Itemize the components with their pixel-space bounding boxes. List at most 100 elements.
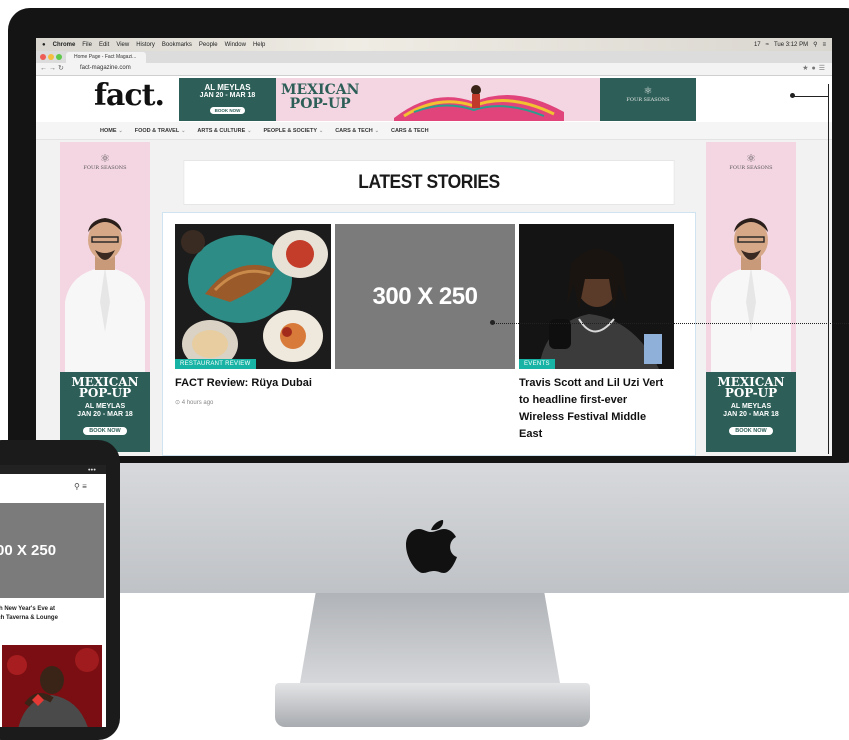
leaderboard-ad[interactable]: AL MEYLAS JAN 20 - MAR 18 BOOK NOW MEXIC… — [179, 78, 696, 121]
phone-story-title-line2: ach Taverna & Lounge — [0, 615, 58, 621]
site-logo[interactable]: fact. — [94, 78, 165, 113]
four-seasons-logo-icon: ⚛ — [746, 152, 756, 165]
category-tag[interactable]: RESTAURANT REVIEW — [175, 359, 256, 369]
apple-logo-icon — [406, 520, 457, 573]
chevron-down-icon: ⌄ — [247, 127, 252, 134]
back-forward-reload-icon[interactable]: ←→↻ — [40, 64, 66, 72]
story-title[interactable]: Travis Scott and Lil Uzi Vert to headlin… — [519, 375, 669, 443]
banner-book-button[interactable]: BOOK NOW — [209, 107, 246, 114]
callout-line — [493, 323, 849, 324]
side-ad-title-line2: POP-UP — [724, 386, 778, 400]
clock[interactable]: Tue 3:12 PM — [774, 42, 808, 48]
side-ad-dates: JAN 20 - MAR 18 — [723, 411, 779, 418]
dancer-illustration-icon — [394, 85, 564, 121]
menu-window[interactable]: Window — [225, 42, 246, 48]
menu-people[interactable]: People — [199, 42, 218, 48]
menu-edit[interactable]: Edit — [99, 42, 109, 48]
search-icon[interactable]: ⚲ — [813, 41, 817, 48]
menu-file[interactable]: File — [82, 42, 92, 48]
browser-tab-bar: Home Page - Fact Magazi... — [36, 51, 832, 63]
performer-photo-icon — [519, 224, 674, 369]
menu-help[interactable]: Help — [253, 42, 265, 48]
banner-title-line2: POP-UP — [289, 96, 351, 112]
phone-search-menu-icon[interactable]: ⚲ ≡ — [74, 482, 87, 491]
nav-people-society-label: PEOPLE & SOCIETY — [263, 127, 317, 134]
skyscraper-ad-left[interactable]: ⚛ FOUR SEASONS MEXICAN POP-UP AL MEYLAS J… — [60, 142, 150, 452]
stories-grid: RESTAURANT REVIEW 300 X 250 EVENTS FACT … — [162, 212, 696, 456]
nav-cars-tech[interactable]: CARS & TECH ⌄ — [335, 128, 379, 134]
ad-placeholder-300x250[interactable]: 300 X 250 — [335, 224, 515, 369]
menu-history[interactable]: History — [136, 42, 155, 48]
side-ad-brand: ⚛ FOUR SEASONS — [60, 152, 150, 171]
minimize-window-button[interactable] — [48, 54, 54, 60]
chevron-down-icon: ⌄ — [181, 127, 186, 134]
menu-bookmarks[interactable]: Bookmarks — [162, 42, 192, 48]
skyscraper-ad-right[interactable]: ⚛ FOUR SEASONS MEXICAN POP-UP AL MEYLAS J… — [706, 142, 796, 452]
phone-screen: ●●● ⚲ ≡ 00 X 250 ish New Year's Eve at a… — [0, 465, 106, 727]
callout-line — [793, 96, 829, 97]
story-image-food[interactable]: RESTAURANT REVIEW — [175, 224, 331, 369]
banner-brand-name: FOUR SEASONS — [626, 97, 670, 103]
nav-arts-culture-label: ARTS & CULTURE — [197, 127, 246, 134]
story-title[interactable]: FACT Review: Rüya Dubai — [175, 375, 331, 392]
list-icon[interactable]: ≡ — [822, 42, 826, 48]
mac-menu-bar: ● Chrome File Edit View History Bookmark… — [36, 38, 832, 51]
chevron-down-icon: ⌄ — [318, 127, 324, 134]
section-title: LATEST STORIES — [183, 160, 675, 205]
nav-people-society[interactable]: PEOPLE & SOCIETY ⌄ — [264, 128, 324, 134]
four-seasons-logo-icon: ⚛ — [100, 152, 110, 165]
phone-status-bar: ●●● — [0, 465, 106, 474]
menu-bar-status: 17 ≈ Tue 3:12 PM ⚲ ≡ — [754, 38, 826, 51]
banner-venue: AL MEYLAS — [204, 83, 251, 92]
side-ad-venue: AL MEYLAS — [730, 403, 772, 410]
banner-title-line1: MEXICAN — [281, 82, 360, 98]
phone-story-image[interactable] — [2, 645, 102, 727]
callout-line — [828, 84, 829, 454]
close-window-button[interactable] — [40, 54, 46, 60]
story-image-concert[interactable]: EVENTS — [519, 224, 674, 369]
zoom-window-button[interactable] — [56, 54, 62, 60]
side-ad-info: MEXICAN POP-UP AL MEYLAS JAN 20 - MAR 18 … — [706, 372, 796, 452]
nav-food-travel-label: FOOD & TRAVEL — [134, 127, 180, 134]
imac-stand-neck — [300, 593, 560, 683]
side-ad-title: MEXICAN POP-UP — [706, 376, 796, 400]
menu-app-name[interactable]: Chrome — [53, 42, 76, 48]
phone-story-title[interactable]: ish New Year's Eve at ach Taverna & Loun… — [0, 605, 104, 623]
nav-home[interactable]: HOME ⌄ — [100, 128, 123, 134]
callout-dot — [790, 93, 795, 98]
story-timestamp: ⊙ 4 hours ago — [175, 400, 214, 406]
site-nav: HOME ⌄ FOOD & TRAVEL ⌄ ARTS & CULTURE ⌄ PEO… — [36, 122, 832, 140]
side-ad-title-line2: POP-UP — [78, 386, 132, 400]
nav-home-label: HOME — [100, 127, 117, 134]
side-ad-book-button[interactable]: BOOK NOW — [83, 427, 127, 435]
extensions-icon[interactable]: ★●☰ — [802, 64, 828, 72]
category-tag[interactable]: EVENTS — [519, 359, 555, 369]
nav-arts-culture[interactable]: ARTS & CULTURE ⌄ — [197, 128, 251, 134]
nav-cars-tech-label: CARS & TECH — [335, 127, 373, 134]
side-ad-dates: JAN 20 - MAR 18 — [77, 411, 133, 418]
side-ad-brand: ⚛ FOUR SEASONS — [706, 152, 796, 171]
status-badge-count[interactable]: 17 — [754, 42, 761, 48]
banner-title: MEXICAN POP-UP — [281, 83, 359, 111]
callout-dot — [490, 320, 495, 325]
nav-cars-tech-2-label: CARS & TECH — [390, 127, 429, 134]
banner-brand: ⚛ FOUR SEASONS — [600, 78, 696, 121]
address-bar: ←→↻ fact-magazine.com ★●☰ — [36, 63, 832, 76]
phone-story-title-line1: ish New Year's Eve at — [0, 606, 56, 612]
wifi-icon[interactable]: ≈ — [766, 42, 769, 48]
side-ad-title: MEXICAN POP-UP — [60, 376, 150, 400]
tab-home-page[interactable]: Home Page - Fact Magazi... — [66, 52, 146, 63]
nav-food-travel[interactable]: FOOD & TRAVEL ⌄ — [135, 128, 186, 134]
chef-photo-icon — [60, 192, 150, 372]
apple-menu-icon[interactable]: ● — [42, 42, 46, 48]
phone-ad-placeholder[interactable]: 00 X 250 — [0, 503, 104, 598]
menu-view[interactable]: View — [116, 42, 129, 48]
url-field[interactable]: fact-magazine.com — [80, 65, 131, 71]
imac-stand-foot — [275, 683, 590, 727]
banner-ad-info: AL MEYLAS JAN 20 - MAR 18 BOOK NOW — [179, 78, 276, 121]
chevron-down-icon: ⌄ — [118, 127, 123, 134]
nav-cars-tech-2[interactable]: CARS & TECH — [391, 128, 429, 134]
chef-photo-icon — [706, 192, 796, 372]
side-ad-book-button[interactable]: BOOK NOW — [729, 427, 773, 435]
imac-screen: ● Chrome File Edit View History Bookmark… — [36, 38, 832, 456]
